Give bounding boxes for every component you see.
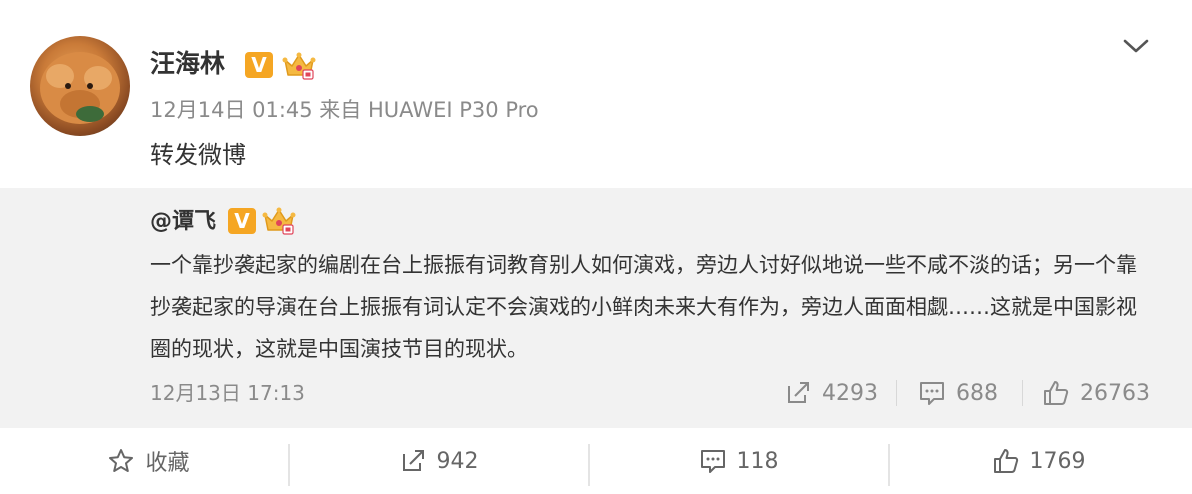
username[interactable]: 汪海林	[150, 46, 225, 82]
comment-count: 118	[736, 448, 779, 474]
favorite-label: 收藏	[145, 451, 190, 476]
verified-badge: V	[245, 52, 273, 78]
repost-card[interactable]: @谭飞 V 一个靠抄袭起家的编剧在台上振振有词教育别人如何演戏，旁边人讨好似地说…	[0, 188, 1192, 428]
avatar[interactable]	[30, 36, 130, 136]
favorite-button[interactable]: 收藏	[0, 428, 297, 494]
thumbs-up-icon	[1042, 379, 1070, 407]
repost-date: 12月13日 17:13	[150, 381, 305, 405]
comment-icon	[918, 379, 946, 407]
repost-comment-button[interactable]: 688	[918, 376, 998, 410]
like-button[interactable]: 1769	[890, 428, 1187, 494]
like-count: 1769	[1029, 448, 1086, 474]
divider	[1022, 380, 1023, 406]
thumbs-up-icon	[992, 447, 1020, 475]
crown-badge-icon	[262, 205, 296, 235]
forward-button[interactable]: 942	[290, 428, 587, 494]
repost-text: 一个靠抄袭起家的编剧在台上振振有词教育别人如何演戏，旁边人讨好似地说一些不咸不淡…	[150, 253, 1137, 361]
repost-author[interactable]: @谭飞	[150, 205, 216, 239]
share-icon	[784, 379, 812, 407]
share-icon	[399, 447, 427, 475]
repost-like-count: 26763	[1080, 380, 1150, 406]
repost-forward-count: 4293	[822, 380, 878, 406]
comment-button[interactable]: 118	[590, 428, 887, 494]
star-icon	[107, 447, 135, 475]
comment-icon	[699, 447, 727, 475]
repost-forward-button[interactable]: 4293	[784, 376, 878, 410]
post-text: 转发微博	[150, 141, 246, 169]
chevron-down-icon[interactable]	[1122, 34, 1150, 58]
avatar-image	[40, 52, 120, 124]
crown-badge-icon	[282, 50, 316, 80]
post-meta: 12月14日 01:45 来自 HUAWEI P30 Pro	[150, 98, 539, 122]
repost-verified-badge: V	[228, 208, 256, 234]
forward-count: 942	[436, 448, 479, 474]
action-bar: 收藏 942 118 1769	[0, 428, 1192, 494]
repost-like-button[interactable]: 26763	[1042, 376, 1150, 410]
divider	[896, 380, 897, 406]
repost-comment-count: 688	[956, 380, 998, 406]
